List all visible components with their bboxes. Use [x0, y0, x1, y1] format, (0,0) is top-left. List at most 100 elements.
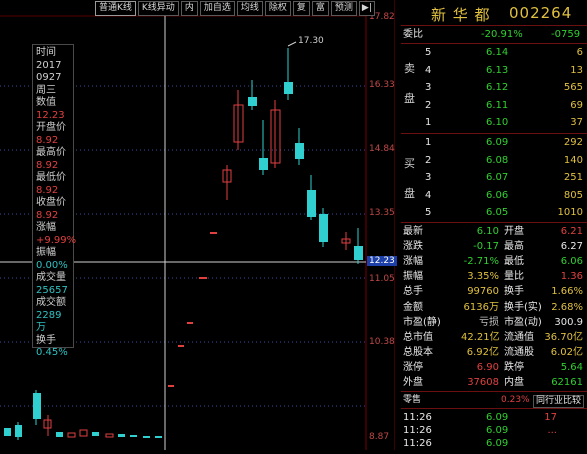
bid-level: 4	[425, 189, 432, 201]
stat-value: 亏损	[479, 316, 499, 328]
stat-value: 1.36	[560, 271, 583, 283]
weekday-value: 周三	[36, 84, 56, 96]
candle	[143, 436, 150, 438]
stat-row: 涨停 6.90 跌停 5.64	[401, 360, 587, 375]
ask-price: 6.13	[486, 64, 509, 76]
industry-compare-button[interactable]: 同行业比较	[533, 395, 585, 408]
sector-label: 零售	[403, 395, 422, 405]
time-label: 时间	[36, 47, 56, 58]
weibi-diff: -0759	[551, 29, 581, 40]
inner-button[interactable]: 内	[180, 0, 198, 16]
crosshair-info-box: 时间 2017 0927 周三 数值 12.23 开盘价 8.92 最高价 8.…	[32, 44, 76, 358]
stat-label: 最新	[403, 226, 423, 237]
stock-name: 新 华 都	[431, 6, 491, 24]
stat-value: 37608	[467, 377, 499, 388]
stat-value: 6136万	[463, 301, 499, 313]
ask-level: 5	[425, 47, 432, 58]
ask-level: 2	[425, 99, 432, 111]
ask-price: 6.11	[486, 99, 509, 111]
stat-label: 总市值	[403, 331, 433, 343]
forecast-button[interactable]: 预测	[330, 0, 357, 16]
ask-volume: 69	[570, 99, 583, 111]
axis-label: 13.35	[369, 208, 395, 218]
stat-value: 2.68%	[551, 301, 583, 313]
stat-value: 6.27	[560, 241, 583, 253]
value-label: 数值	[36, 97, 56, 108]
ask-price: 6.12	[486, 82, 509, 93]
stat-label: 换手(实)	[504, 301, 542, 313]
stat-value: 5.64	[560, 361, 583, 373]
stat-label: 换手	[504, 286, 524, 298]
max-price-label: 17.30	[298, 36, 324, 46]
stat-label: 涨停	[403, 361, 423, 373]
bid-volume: 251	[563, 172, 583, 183]
ask-volume: 6	[576, 47, 583, 58]
candle	[118, 434, 125, 437]
ex-rights-button[interactable]: 除权	[264, 0, 291, 16]
stat-value: 6.90	[476, 361, 499, 373]
stat-value: -2.71%	[463, 256, 499, 268]
stat-row: 金额 6136万 换手(实) 2.68%	[401, 300, 587, 315]
ask-volume: 13	[570, 64, 583, 76]
stat-row: 振幅 3.35% 量比 1.36	[401, 269, 587, 284]
candle	[284, 82, 293, 94]
close-label: 收盘价	[36, 197, 66, 208]
stat-value: 6.06	[560, 256, 583, 268]
bid-price: 6.05	[486, 207, 509, 218]
add-watchlist-button[interactable]: 加自选	[199, 0, 235, 16]
kline-type-button[interactable]: 普通K线	[95, 0, 136, 16]
stat-label: 涨跌	[403, 241, 423, 253]
ask-row: 3 6.12 565	[401, 80, 587, 95]
chart-toolbar: 普通K线 K线异动 内 加自选 均线 除权 复 富 预测 ▶|	[95, 0, 375, 16]
candle	[155, 436, 162, 438]
candle	[130, 435, 137, 437]
stat-row: 总市值 42.21亿 流通值 36.70亿	[401, 330, 587, 345]
ask-price: 6.10	[486, 117, 509, 128]
year-value: 2017	[36, 59, 62, 71]
candle	[248, 97, 257, 106]
turnover-rate-value: 0.45%	[36, 347, 68, 358]
stat-value: 42.21亿	[461, 331, 500, 343]
adjust-button[interactable]: 复	[292, 0, 310, 16]
sector-row: 零售 0.23% 同行业比较	[401, 393, 587, 408]
candle	[92, 432, 99, 436]
ask-volume: 565	[563, 82, 583, 93]
stat-label: 总股本	[403, 346, 433, 358]
rich-button[interactable]: 富	[311, 0, 329, 16]
stat-label: 流通值	[504, 331, 534, 343]
stat-value: 1.66%	[551, 286, 583, 298]
bid-volume: 1010	[557, 207, 583, 218]
candle	[105, 433, 114, 438]
candle	[354, 246, 363, 260]
stat-value: -0.17	[473, 241, 499, 253]
weibi-pct: -20.91%	[481, 29, 523, 40]
quote-panel: 新 华 都 002264 委比 -20.91% -0759 卖 盘 5 6.14 6…	[401, 0, 587, 450]
moving-average-button[interactable]: 均线	[236, 0, 263, 16]
axis-label: 10.38	[369, 337, 395, 347]
bid-level: 1	[425, 137, 432, 148]
date-value: 0927	[36, 72, 62, 83]
stat-row: 总手 99760 换手 1.66%	[401, 284, 587, 299]
bid-price: 6.09	[486, 137, 509, 148]
kline-anomaly-button[interactable]: K线异动	[137, 0, 179, 16]
volume-label: 成交量	[36, 272, 66, 283]
bid-row: 3 6.07 251	[401, 170, 587, 185]
bid-volume: 805	[563, 189, 583, 201]
bid-row: 1 6.09 292	[401, 135, 587, 150]
candle	[295, 143, 304, 159]
sector-pct: 0.23%	[501, 395, 530, 405]
stat-value: 99760	[467, 286, 499, 298]
low-value: 8.92	[36, 184, 59, 196]
expand-arrow-icon[interactable]: ▶|	[358, 0, 375, 16]
bid-row: 2 6.08 140	[401, 153, 587, 168]
ask-row: 5 6.14 6	[401, 45, 587, 60]
amplitude-value: 0.00%	[36, 259, 68, 271]
bid-level: 5	[425, 207, 432, 218]
axis-label: 8.87	[369, 432, 390, 442]
bid-price: 6.07	[486, 172, 509, 183]
stat-value: 6.02亿	[550, 346, 583, 358]
stat-value: 62161	[551, 377, 583, 388]
turnover-amount-label: 成交额	[36, 297, 66, 308]
ask-row: 4 6.13 13	[401, 63, 587, 78]
bid-price: 6.06	[486, 189, 509, 201]
